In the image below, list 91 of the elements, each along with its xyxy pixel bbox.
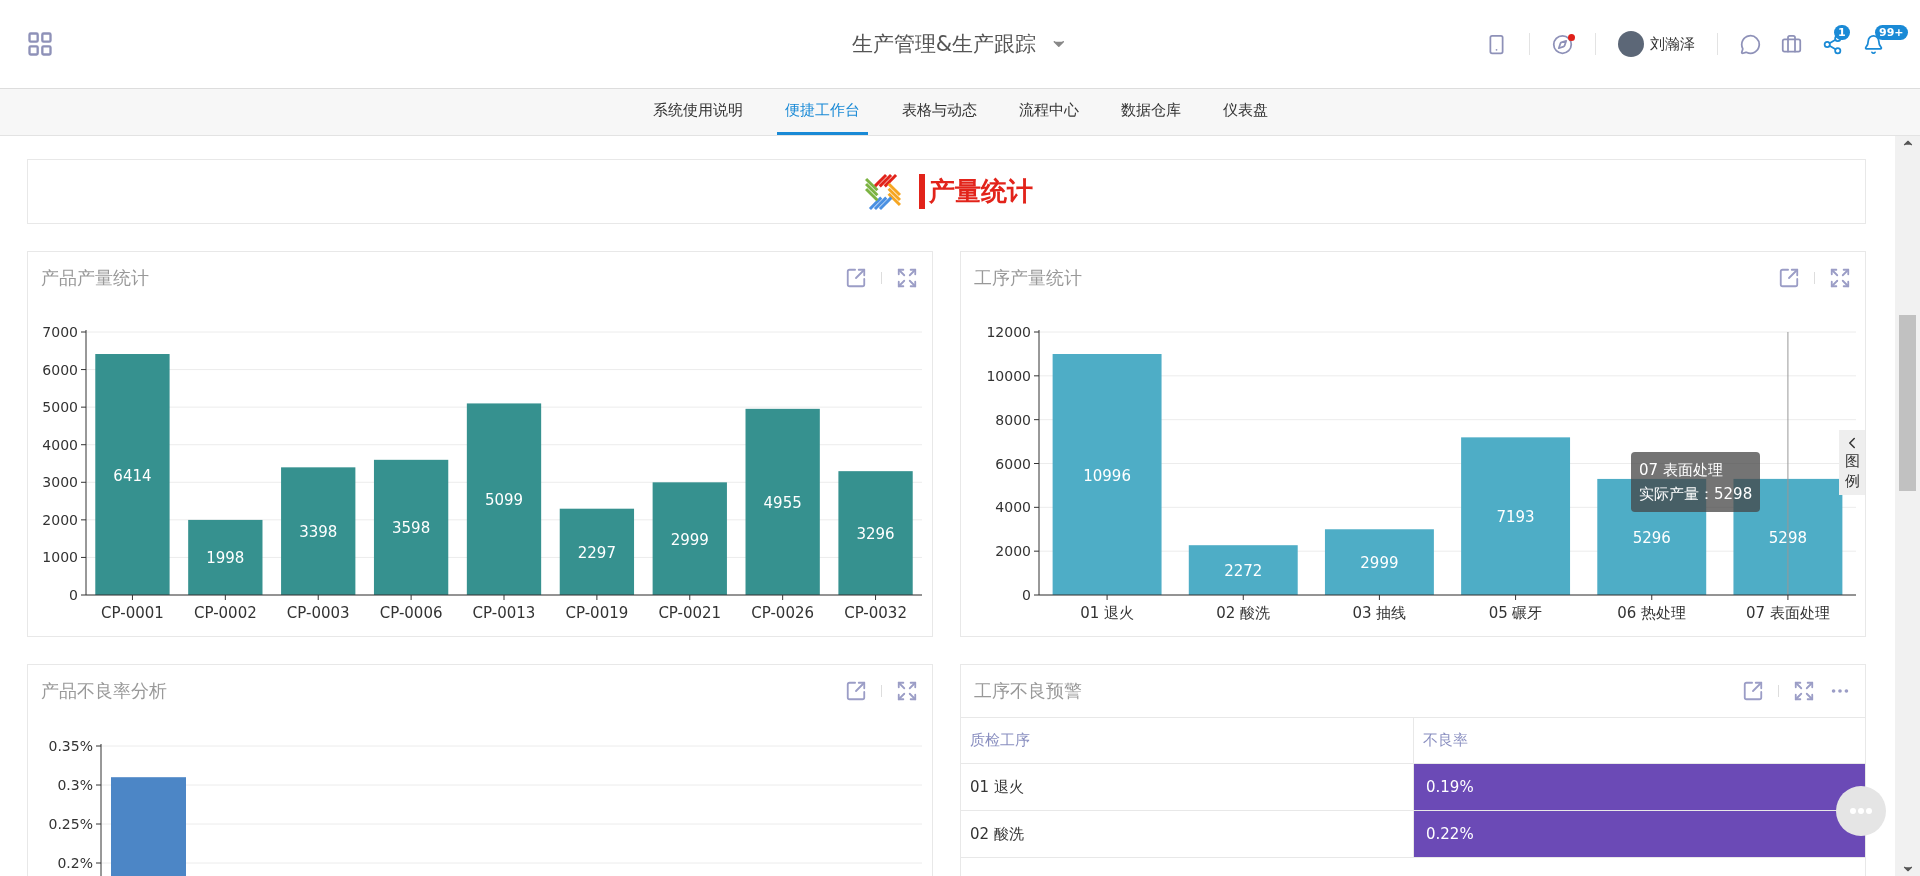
user-name[interactable]: 刘瀚泽	[1650, 34, 1695, 54]
axis-category-label: CP-0013	[472, 604, 536, 622]
axis-tick-label: 0.35%	[48, 738, 93, 754]
axis-tick-label: 2000	[42, 511, 78, 528]
bar-value-label: 5296	[1632, 528, 1671, 547]
nav-tab[interactable]: 系统使用说明	[644, 89, 751, 135]
nav-tab[interactable]: 数据仓库	[1112, 89, 1189, 135]
axis-category-label: CP-0003	[286, 604, 350, 622]
tooltip-text: 实际产量：5298	[1639, 484, 1753, 505]
table-cell: 02 酸洗	[961, 811, 1413, 858]
axis-tick-label: 6000	[995, 455, 1031, 472]
nav-tab[interactable]: 仪表盘	[1214, 89, 1276, 135]
axis-tick-label: 0.3%	[57, 777, 93, 793]
card-title: 产品产量统计	[41, 266, 149, 290]
rate-cell: 0.22%	[1413, 811, 1865, 858]
bar-value-label: 7193	[1496, 508, 1535, 527]
bar-value-label: 3296	[856, 525, 895, 544]
floating-more-button[interactable]	[1836, 786, 1886, 836]
axis-category-label: CP-0019	[565, 604, 629, 622]
axis-category-label: CP-0026	[751, 604, 815, 622]
fullscreen-icon[interactable]	[896, 680, 918, 702]
chat-bubble-icon[interactable]	[1740, 33, 1761, 55]
axis-category-label: CP-0006	[379, 604, 443, 622]
bar-value-label: 4955	[763, 493, 802, 512]
axis-tick-label: 2000	[995, 543, 1031, 560]
axis-tick-label: 4000	[42, 436, 78, 453]
open-external-icon[interactable]	[845, 680, 867, 702]
axis-category-label: 06 热处理	[1617, 604, 1687, 622]
tooltip-title: 07 表面处理	[1639, 460, 1724, 481]
open-external-icon[interactable]	[845, 267, 867, 289]
axis-category-label: CP-0001	[101, 604, 164, 622]
legend-toggle[interactable]: 图例	[1839, 430, 1865, 495]
more-icon	[1850, 808, 1872, 814]
bar-value-label: 6414	[113, 466, 152, 485]
axis-category-label: CP-0021	[658, 604, 722, 622]
axis-category-label: 03 抽线	[1352, 604, 1407, 622]
phone-icon[interactable]	[1486, 33, 1507, 55]
count-badge: 99+	[1875, 24, 1908, 40]
bar-value-label: 2272	[1224, 562, 1263, 581]
axis-tick-label: 12000	[986, 324, 1031, 340]
app-grid-icon[interactable]	[26, 30, 54, 58]
axis-category-label: CP-0032	[844, 604, 907, 622]
bar-value-label: 2297	[577, 543, 616, 562]
bar-value-label: 5298	[1768, 528, 1807, 547]
nav-tab[interactable]: 流程中心	[1010, 89, 1087, 135]
axis-tick-label: 1000	[42, 549, 78, 566]
bar-value-label: 2999	[1360, 554, 1399, 573]
bar-value-label: 2999	[670, 530, 709, 549]
axis-category-label: 01 退火	[1080, 604, 1134, 622]
rate-cell: 0.19%	[1413, 764, 1865, 811]
column-header: 质检工序	[961, 718, 1413, 764]
axis-tick-label: 0	[1022, 587, 1031, 603]
avatar[interactable]	[1618, 31, 1644, 57]
axis-tick-label: 8000	[995, 411, 1031, 428]
axis-tick-label: 0.2%	[57, 855, 93, 871]
open-external-icon[interactable]	[1742, 680, 1764, 702]
axis-tick-label: 10000	[986, 367, 1031, 384]
card-title: 产品不良率分析	[41, 679, 167, 703]
axis-category-label: 05 碾牙	[1488, 604, 1543, 622]
axis-category-label: 02 酸洗	[1216, 604, 1271, 622]
banner-title: 产量统计	[918, 174, 1033, 209]
scrollbar[interactable]	[1895, 136, 1920, 876]
card-title: 工序产量统计	[974, 266, 1082, 290]
axis-tick-label: 0	[69, 587, 78, 603]
fullscreen-icon[interactable]	[1829, 267, 1851, 289]
bar-value-label: 3398	[299, 523, 338, 542]
axis-tick-label: 0.25%	[48, 816, 93, 832]
briefcase-icon[interactable]	[1781, 33, 1802, 55]
fullscreen-icon[interactable]	[896, 267, 918, 289]
bar-value-label: 10996	[1083, 466, 1131, 485]
nav-tab[interactable]: 便捷工作台	[776, 89, 868, 135]
count-badge: 1	[1834, 24, 1850, 40]
bar-value-label: 3598	[392, 519, 431, 538]
axis-tick-label: 3000	[42, 474, 78, 491]
fullscreen-icon[interactable]	[1793, 680, 1815, 702]
axis-tick-label: 5000	[42, 399, 78, 416]
card-title: 工序不良预警	[974, 679, 1082, 703]
notification-dot	[1568, 33, 1575, 41]
compass-icon[interactable]	[1552, 33, 1573, 55]
app-title: 生产管理&生产跟踪	[851, 31, 1037, 58]
scrollbar-thumb[interactable]	[1899, 315, 1916, 491]
bar-value-label: 5099	[484, 491, 524, 510]
axis-tick-label: 7000	[42, 324, 78, 340]
axis-tick-label: 4000	[995, 499, 1031, 516]
table-cell: 01 退火	[961, 764, 1413, 811]
axis-category-label: 07 表面处理	[1746, 604, 1830, 622]
bar-value-label: 1998	[206, 549, 245, 568]
open-external-icon[interactable]	[1778, 267, 1800, 289]
nav-tab[interactable]: 表格与动态	[893, 89, 985, 135]
axis-category-label: CP-0002	[193, 604, 257, 622]
axis-tick-label: 6000	[42, 361, 78, 378]
